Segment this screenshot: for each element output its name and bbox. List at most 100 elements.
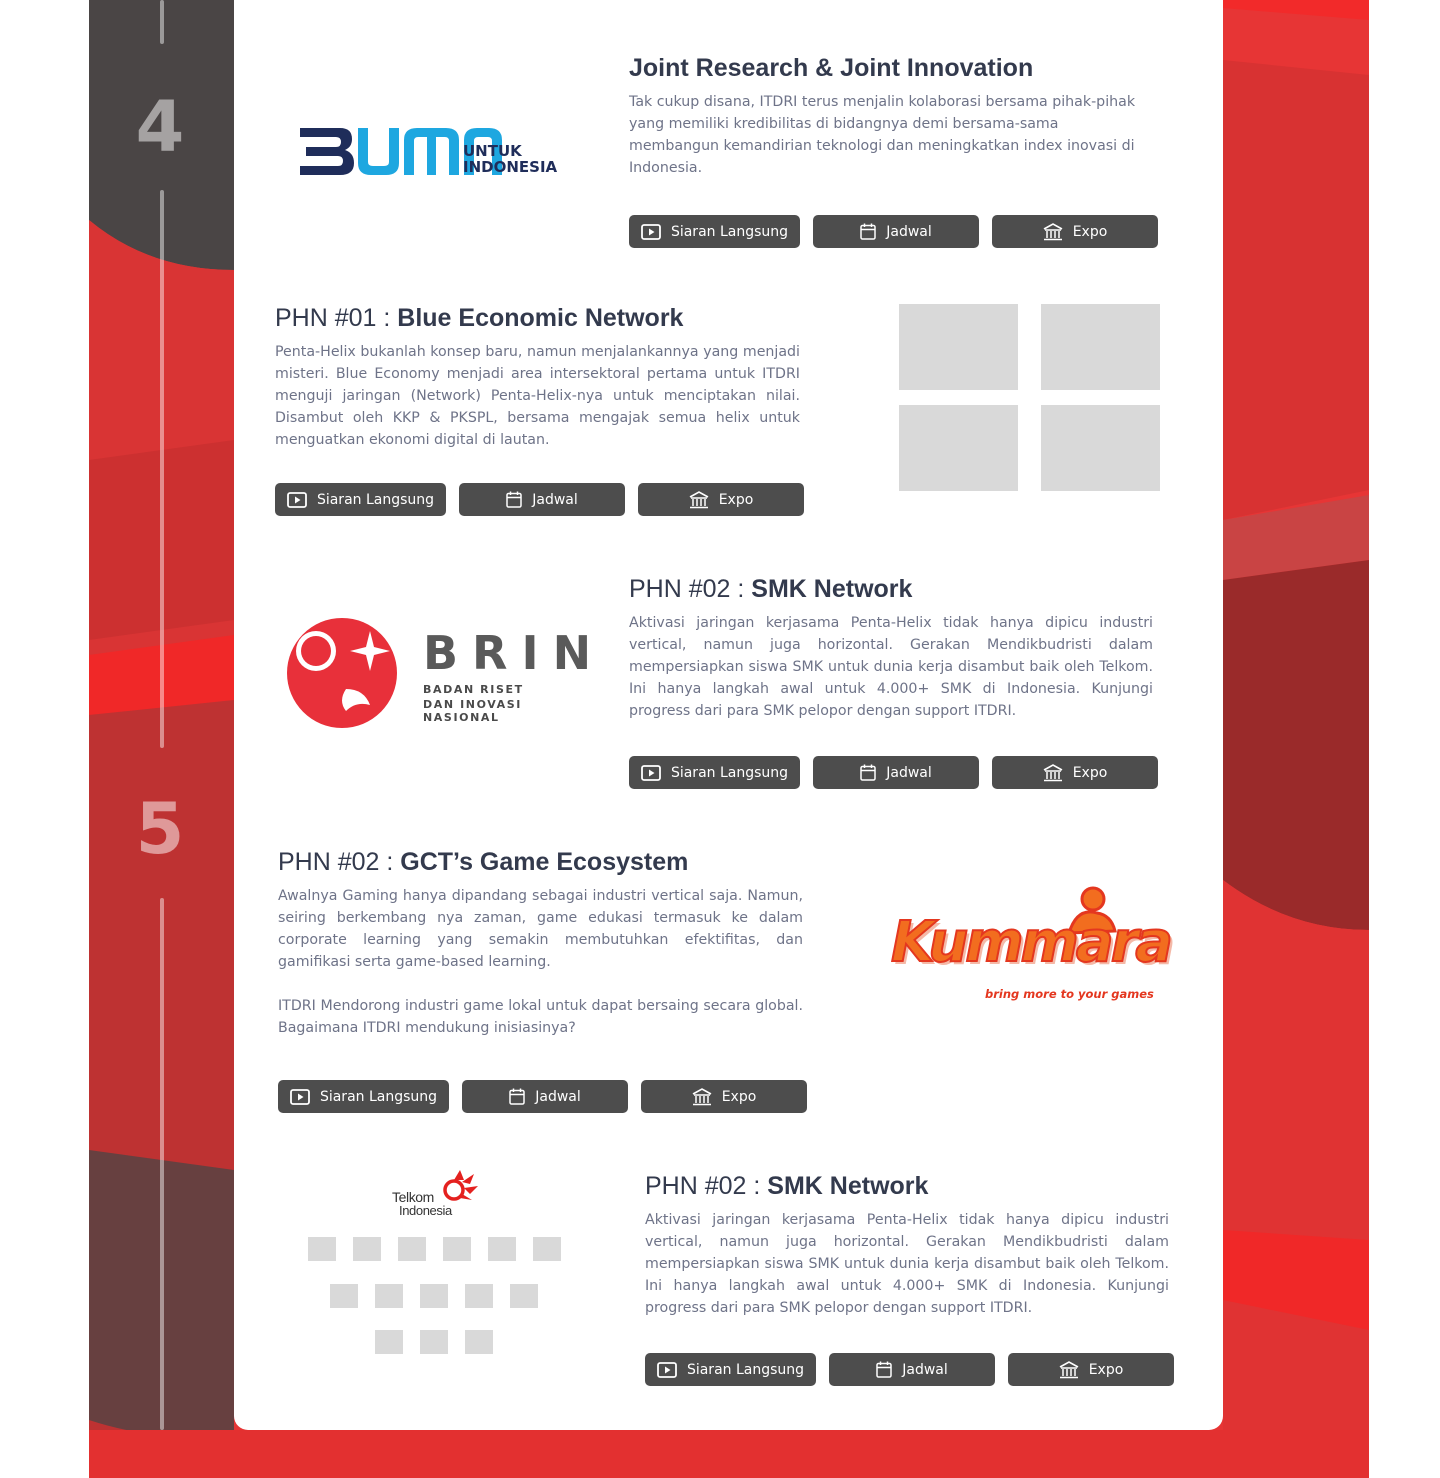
live-stream-label: Siaran Langsung xyxy=(316,491,435,508)
telkom-logo-line2: Indonesia xyxy=(399,1203,452,1218)
section-title-main: SMK Network xyxy=(767,1172,929,1200)
expo-label: Expo xyxy=(1072,223,1108,240)
section-description-paragraph: Awalnya Gaming hanya dipandang sebagai i… xyxy=(278,887,803,970)
section-description: Tak cukup disana, ITDRI terus menjalin k… xyxy=(629,93,1136,176)
schedule-label: Jadwal xyxy=(886,223,932,240)
partner-logo-placeholder xyxy=(375,1330,403,1354)
live-stream-button[interactable]: Siaran Langsung xyxy=(278,1080,449,1113)
section-title-prefix: PHN #02 : xyxy=(645,1172,768,1200)
schedule-button[interactable]: Jadwal xyxy=(813,756,979,789)
section-description: Aktivasi jaringan kerjasama Penta-Helix … xyxy=(629,614,1153,719)
partner-logo-placeholder xyxy=(510,1284,538,1308)
section-description: Awalnya Gaming hanya dipandang sebagai i… xyxy=(278,885,803,1039)
expo-label: Expo xyxy=(718,491,754,508)
expo-button[interactable]: Expo xyxy=(1008,1353,1174,1386)
section-title-main: GCT’s Game Ecosystem xyxy=(400,848,689,876)
section-title: PHN #01 : Blue Economic Network xyxy=(275,304,800,333)
play-icon xyxy=(641,223,661,240)
partner-logo-placeholder xyxy=(420,1330,448,1354)
expo-button[interactable]: Expo xyxy=(638,483,804,516)
brin-logo-word: BRIN xyxy=(423,626,606,680)
section-description-paragraph: ITDRI Mendorong industri game lokal untu… xyxy=(278,997,803,1036)
schedule-button[interactable]: Jadwal xyxy=(462,1080,628,1113)
timeline-line-bottom xyxy=(160,898,164,1430)
section-title-prefix: PHN #01 : xyxy=(275,304,398,332)
partner-logo-placeholder xyxy=(1041,304,1160,390)
schedule-label: Jadwal xyxy=(902,1361,948,1378)
calendar-icon xyxy=(876,1361,892,1378)
bumn-logo-caption: UNTUK INDONESIA xyxy=(463,143,557,175)
partner-logo-placeholder xyxy=(465,1284,493,1308)
section-joint-research: Joint Research & Joint Innovation Tak cu… xyxy=(629,54,1144,179)
play-icon xyxy=(657,1361,677,1378)
section-title-main: SMK Network xyxy=(751,575,913,603)
section-blue-economic: PHN #01 : Blue Economic Network Penta-He… xyxy=(275,304,800,451)
expo-label: Expo xyxy=(721,1088,757,1105)
building-icon xyxy=(692,1087,712,1106)
partner-logo-placeholder xyxy=(1041,405,1160,491)
expo-button[interactable]: Expo xyxy=(992,215,1158,248)
section-title-main: Joint Research & Joint Innovation xyxy=(629,54,1034,82)
building-icon xyxy=(1043,763,1063,782)
live-stream-button[interactable]: Siaran Langsung xyxy=(629,756,800,789)
building-icon xyxy=(1059,1360,1079,1379)
live-stream-button[interactable]: Siaran Langsung xyxy=(275,483,446,516)
brin-logo-line1: BADAN RISET xyxy=(423,683,524,696)
schedule-label: Jadwal xyxy=(886,764,932,781)
partner-logo-placeholder xyxy=(443,1237,471,1261)
section-smk-network: PHN #02 : SMK Network Aktivasi jaringan … xyxy=(629,575,1153,722)
section-title: PHN #02 : SMK Network xyxy=(629,575,1153,604)
section-game-ecosystem: PHN #02 : GCT’s Game Ecosystem Awalnya G… xyxy=(278,848,803,1039)
content-card: UNTUK INDONESIA Joint Research & Joint I… xyxy=(234,0,1223,1430)
brin-logo: BRIN BADAN RISET DAN INOVASI NASIONAL xyxy=(286,617,591,729)
partner-logo-placeholder xyxy=(420,1284,448,1308)
expo-label: Expo xyxy=(1088,1361,1124,1378)
schedule-label: Jadwal xyxy=(532,491,578,508)
partner-logo-placeholder xyxy=(375,1284,403,1308)
action-buttons: Siaran Langsung Jadwal Expo xyxy=(629,215,1158,248)
live-stream-button[interactable]: Siaran Langsung xyxy=(629,215,800,248)
live-stream-label: Siaran Langsung xyxy=(686,1361,805,1378)
section-description: Aktivasi jaringan kerjasama Penta-Helix … xyxy=(645,1211,1169,1316)
partner-logo-placeholder xyxy=(533,1237,561,1261)
partner-logo-placeholder xyxy=(899,304,1018,390)
partner-logo-placeholder xyxy=(465,1330,493,1354)
expo-label: Expo xyxy=(1072,764,1108,781)
timeline-line-middle xyxy=(160,190,164,748)
section-title-prefix: PHN #02 : xyxy=(278,848,401,876)
calendar-icon xyxy=(860,223,876,240)
live-stream-label: Siaran Langsung xyxy=(319,1088,438,1105)
building-icon xyxy=(1043,222,1063,241)
section-title: Joint Research & Joint Innovation xyxy=(629,54,1144,83)
action-buttons: Siaran Langsung Jadwal Expo xyxy=(645,1353,1174,1386)
expo-button[interactable]: Expo xyxy=(641,1080,807,1113)
schedule-button[interactable]: Jadwal xyxy=(813,215,979,248)
schedule-button[interactable]: Jadwal xyxy=(829,1353,995,1386)
step-number-5: 5 xyxy=(135,788,185,870)
live-stream-button[interactable]: Siaran Langsung xyxy=(645,1353,816,1386)
action-buttons: Siaran Langsung Jadwal Expo xyxy=(629,756,1158,789)
schedule-label: Jadwal xyxy=(535,1088,581,1105)
partner-logo-placeholder xyxy=(330,1284,358,1308)
building-icon xyxy=(689,490,709,509)
section-smk-network-telkom: PHN #02 : SMK Network Aktivasi jaringan … xyxy=(645,1172,1169,1319)
bumn-logo-line1: UNTUK xyxy=(463,142,522,160)
play-icon xyxy=(290,1088,310,1105)
live-stream-label: Siaran Langsung xyxy=(670,764,789,781)
bumn-logo-line2: INDONESIA xyxy=(463,158,558,176)
section-title: PHN #02 : SMK Network xyxy=(645,1172,1169,1201)
action-buttons: Siaran Langsung Jadwal Expo xyxy=(278,1080,807,1113)
section-title-main: Blue Economic Network xyxy=(397,304,684,332)
play-icon xyxy=(287,491,307,508)
action-buttons: Siaran Langsung Jadwal Expo xyxy=(275,483,804,516)
expo-button[interactable]: Expo xyxy=(992,756,1158,789)
partner-logo-placeholder xyxy=(488,1237,516,1261)
kummara-logo-tagline: bring more to your games xyxy=(985,987,1154,1001)
live-stream-label: Siaran Langsung xyxy=(670,223,789,240)
section-description: Penta-Helix bukanlah konsep baru, namun … xyxy=(275,343,800,448)
calendar-icon xyxy=(509,1088,525,1105)
kummara-logo: Kummara bring more to your games xyxy=(889,885,1174,1010)
schedule-button[interactable]: Jadwal xyxy=(459,483,625,516)
partner-logo-placeholder xyxy=(353,1237,381,1261)
calendar-icon xyxy=(860,764,876,781)
